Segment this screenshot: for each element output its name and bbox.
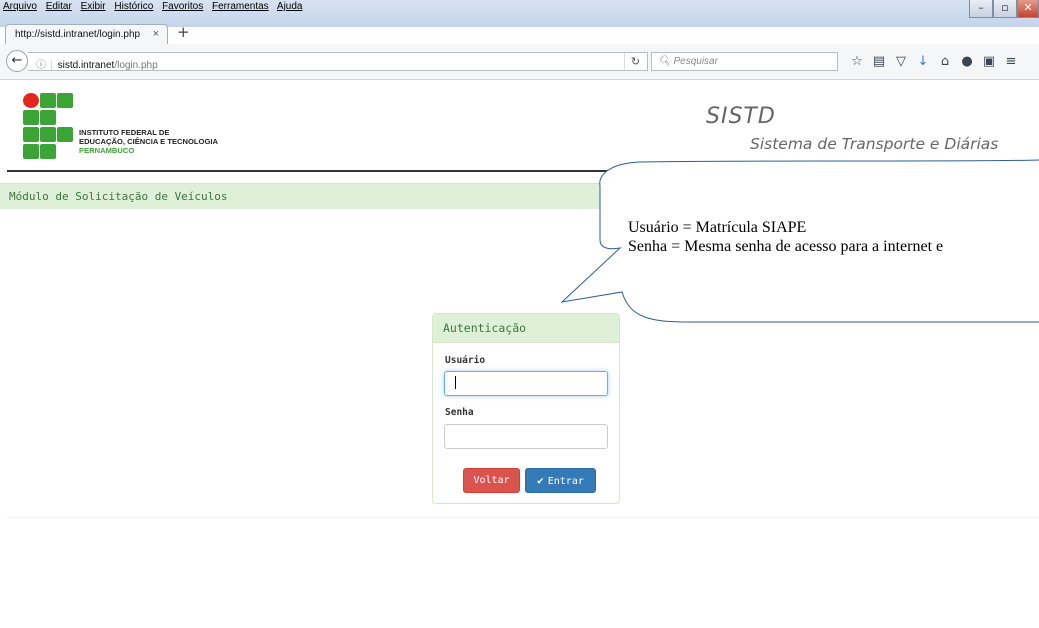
institution-campus: PERNAMBUCO [79, 146, 135, 155]
logo-square [57, 93, 73, 108]
reading-list-icon[interactable]: ▤ [868, 52, 890, 72]
check-icon: ✔ [537, 474, 544, 487]
close-window-button[interactable]: ✕ [1017, 0, 1039, 18]
search-icon: 🔍︎ [658, 56, 671, 67]
logo-red-circle [23, 93, 39, 108]
menu-item-arquivo[interactable]: Arquivo [3, 1, 37, 12]
tab-close-icon[interactable]: × [153, 28, 159, 40]
home-icon[interactable]: ⌂ [934, 52, 956, 72]
tab-strip: http://sistd.intranet/login.php × + [0, 20, 1039, 44]
logo-square [40, 93, 56, 108]
reload-icon[interactable]: ↻ [624, 53, 646, 70]
menu-item-favoritos[interactable]: Favoritos [162, 1, 203, 12]
logo-square [40, 144, 56, 159]
new-tab-button[interactable]: + [177, 24, 190, 40]
module-title: Módulo de Solicitação de Veículos [9, 190, 228, 203]
screenshot-icon[interactable]: ▣ [978, 52, 1000, 72]
logo-square [40, 127, 56, 142]
star-icon[interactable]: ☆ [846, 52, 868, 72]
login-button-label: Entrar [547, 476, 584, 487]
maximize-button[interactable]: ▫ [993, 0, 1017, 18]
callout-line2: Senha = Mesma senha de acesso para a int… [628, 238, 944, 255]
menu-item-historico[interactable]: Histórico [114, 1, 153, 12]
password-label: Senha [445, 407, 474, 418]
chat-icon[interactable]: ● [956, 52, 978, 72]
window-controls: – ▫ ✕ [969, 0, 1039, 20]
institution-logo [23, 93, 73, 163]
system-subtitle: Sistema de Transporte e Diárias [750, 135, 999, 153]
tab-title: http://sistd.intranet/login.php [15, 29, 141, 40]
menu-icon[interactable]: ≡ [1000, 52, 1022, 72]
logo-square [23, 144, 39, 159]
site-header: INSTITUTO FEDERAL DE EDUCAÇÃO, CIÊNCIA E… [0, 80, 1039, 172]
institution-line2: EDUCAÇÃO, CIÊNCIA E TECNOLOGIA [79, 137, 218, 146]
username-label: Usuário [445, 355, 486, 366]
text-caret [455, 376, 456, 389]
logo-square [40, 110, 56, 125]
system-title: SISTD [706, 104, 776, 129]
search-placeholder: Pesquisar [673, 56, 718, 67]
callout-text: Usuário = Matrícula SIAPE Senha = Mesma … [628, 218, 943, 256]
url-host: sistd.intranet [57, 60, 115, 71]
pocket-icon[interactable]: ▽ [890, 52, 912, 72]
info-icon[interactable]: ⓘ [36, 60, 46, 71]
address-bar[interactable]: ⓘ | sistd.intranet/login.php [28, 52, 648, 71]
tab-login[interactable]: http://sistd.intranet/login.php × [5, 24, 168, 44]
login-button[interactable]: ✔ Entrar [525, 468, 596, 493]
search-input[interactable]: 🔍︎ Pesquisar [651, 52, 838, 71]
logo-square [23, 127, 39, 142]
logo-square [57, 127, 73, 142]
login-panel: Autenticação Usuário Senha Voltar ✔ Entra… [432, 313, 620, 504]
menu-item-ferramentas[interactable]: Ferramentas [212, 1, 269, 12]
password-input[interactable] [444, 424, 608, 449]
institution-name: INSTITUTO FEDERAL DE EDUCAÇÃO, CIÊNCIA E… [79, 128, 218, 155]
navigation-toolbar: ← ⓘ | sistd.intranet/login.php ↻ 🔍︎ Pesqui… [0, 44, 1039, 80]
menu-item-exibir[interactable]: Exibir [81, 1, 106, 12]
back-button[interactable]: Voltar [463, 468, 520, 493]
url-path: /login.php [114, 60, 158, 71]
minimize-button[interactable]: – [969, 0, 993, 18]
menu-bar: Arquivo Editar Exibir Histórico Favorito… [3, 1, 308, 12]
toolbar-icons: ☆ ▤ ▽ ↓ ⌂ ● ▣ ≡ [846, 52, 1022, 72]
callout-line1: Usuário = Matrícula SIAPE [628, 219, 807, 236]
download-icon[interactable]: ↓ [912, 52, 934, 72]
username-input[interactable] [444, 371, 608, 396]
logo-square [23, 110, 39, 125]
footer-divider [7, 517, 1039, 518]
back-arrow-icon[interactable]: ← [6, 50, 28, 72]
institution-line1: INSTITUTO FEDERAL DE [79, 128, 170, 137]
menu-item-ajuda[interactable]: Ajuda [277, 1, 303, 12]
menu-item-editar[interactable]: Editar [46, 1, 72, 12]
url-divider: | [50, 60, 53, 71]
